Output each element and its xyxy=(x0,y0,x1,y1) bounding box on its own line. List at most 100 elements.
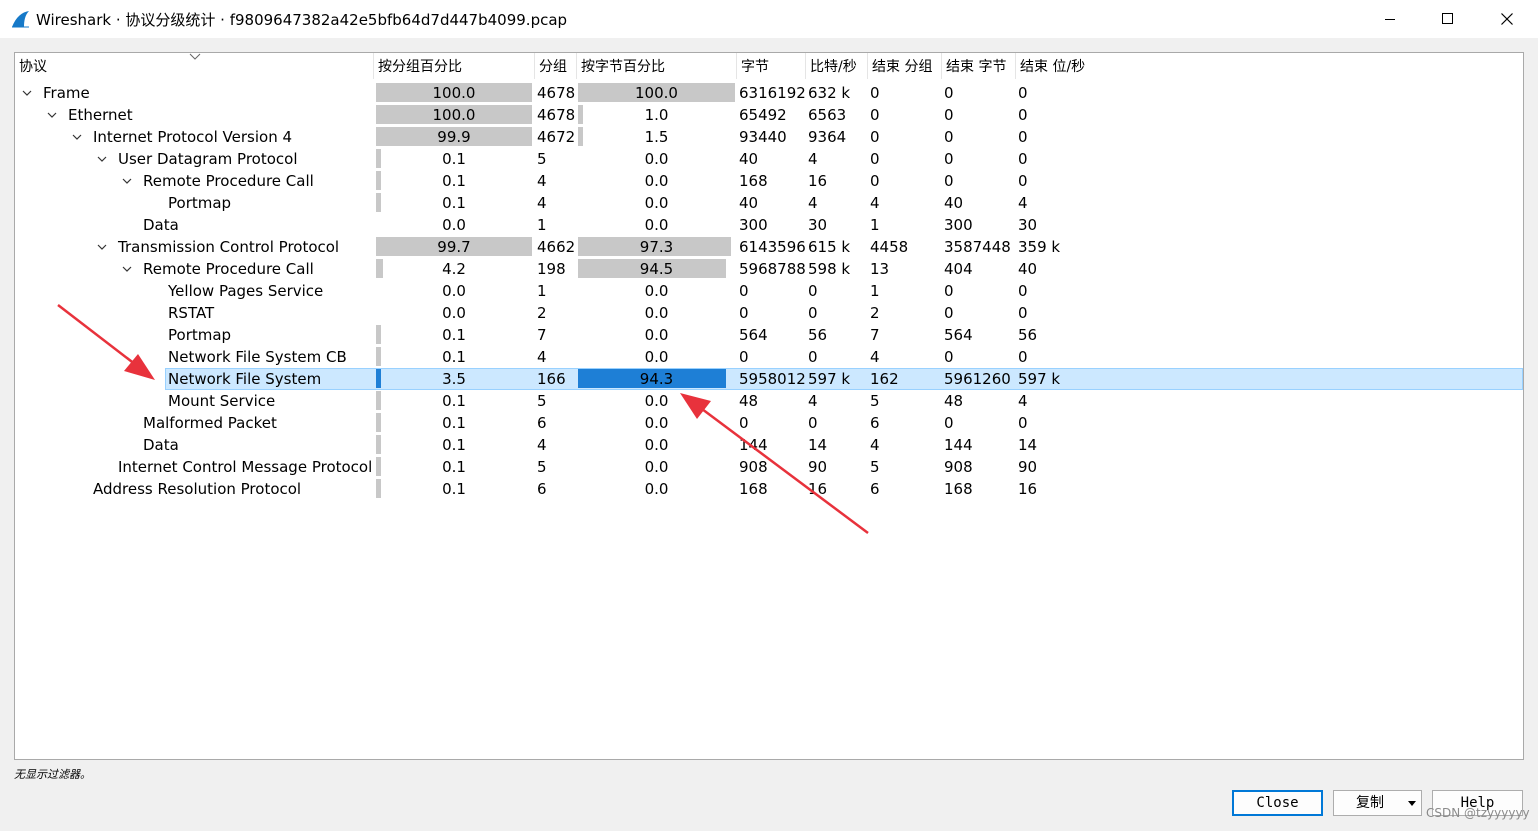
table-row[interactable]: Network File System CB 0.1 0.0 4 0 0 4 0 0 xyxy=(15,346,1523,368)
bytes-value: 564 xyxy=(739,326,768,344)
packet-percent-bar-label: 0.1 xyxy=(442,172,466,190)
bits-per-second-value: 0 xyxy=(808,304,818,322)
packet-percent-bar: 99.7 xyxy=(376,236,532,258)
column-header-end-bits-per-second[interactable]: 结束 位/秒 xyxy=(1016,53,1523,79)
end-bytes-value: 0 xyxy=(944,414,954,432)
close-window-button[interactable] xyxy=(1478,0,1536,38)
end-packets-value: 4 xyxy=(870,348,880,366)
minimize-button[interactable] xyxy=(1361,0,1419,38)
end-bits-per-second-value: 14 xyxy=(1018,436,1038,454)
byte-percent-bar-label: 0.0 xyxy=(644,458,669,476)
byte-percent-bar: 100.0 xyxy=(578,82,735,104)
table-row[interactable]: Data 0.1 0.0 4 144 14 4 144 14 xyxy=(15,434,1523,456)
chevron-down-icon[interactable] xyxy=(96,153,108,165)
table-row[interactable]: Yellow Pages Service 0.0 0.0 1 0 0 1 0 0 xyxy=(15,280,1523,302)
bits-per-second-value: 0 xyxy=(808,348,818,366)
byte-percent-bar-label: 1.5 xyxy=(644,128,669,146)
protocol-name: User Datagram Protocol xyxy=(118,150,298,168)
column-header-bytes[interactable]: 字节 xyxy=(737,53,806,79)
packet-percent-bar: 0.1 xyxy=(376,456,532,478)
end-packets-value: 6 xyxy=(870,480,880,498)
packet-percent-bar-label: 0.1 xyxy=(442,480,466,498)
column-header-end-bytes[interactable]: 结束 字节 xyxy=(942,53,1016,79)
chevron-down-icon[interactable] xyxy=(121,263,133,275)
byte-percent-bar: 0.0 xyxy=(578,280,735,302)
chevron-down-icon[interactable] xyxy=(121,175,133,187)
packet-percent-bar-label: 99.9 xyxy=(437,128,471,146)
end-packets-value: 1 xyxy=(870,216,880,234)
packet-percent-bar: 0.1 xyxy=(376,148,532,170)
packet-percent-bar-label: 0.1 xyxy=(442,348,466,366)
packets-value: 198 xyxy=(537,260,566,278)
table-row[interactable]: Data 0.0 0.0 1 300 30 1 300 30 xyxy=(15,214,1523,236)
end-bits-per-second-value: 90 xyxy=(1018,458,1038,476)
packets-value: 4 xyxy=(537,194,547,212)
table-row[interactable]: Frame 100.0 100.0 4678 6316192 632 k 0 0 0 xyxy=(15,82,1523,104)
maximize-button[interactable] xyxy=(1419,0,1477,38)
packets-value: 1 xyxy=(537,282,547,300)
column-header-end-packets[interactable]: 结束 分组 xyxy=(868,53,942,79)
title-bar[interactable]: Wireshark · 协议分级统计 · f9809647382a42e5bfb… xyxy=(0,0,1538,38)
chevron-down-icon[interactable] xyxy=(46,109,58,121)
bits-per-second-value: 4 xyxy=(808,150,818,168)
table-row[interactable]: Internet Control Message Protocol 0.1 0.0 5… xyxy=(15,456,1523,478)
byte-percent-bar-label: 0.0 xyxy=(644,172,669,190)
table-row[interactable]: Mount Service 0.1 0.0 5 48 4 5 48 4 xyxy=(15,390,1523,412)
copy-dropdown-button[interactable]: 复制 xyxy=(1333,790,1422,816)
byte-percent-bar-label: 0.0 xyxy=(644,194,669,212)
end-bytes-value: 0 xyxy=(944,282,954,300)
packets-value: 4 xyxy=(537,172,547,190)
end-bytes-value: 908 xyxy=(944,458,973,476)
table-row[interactable]: Internet Protocol Version 4 99.9 1.5 4672 93… xyxy=(15,126,1523,148)
end-bits-per-second-value: 0 xyxy=(1018,348,1028,366)
column-header-bits-per-second[interactable]: 比特/秒 xyxy=(806,53,868,79)
table-header: 协议 按分组百分比 分组 按字节百分比 字节 比特/秒 结束 分组 结束 字节 … xyxy=(15,53,1523,79)
end-bits-per-second-value: 597 k xyxy=(1018,370,1061,388)
packet-percent-bar: 0.0 xyxy=(376,214,532,236)
protocol-name: Address Resolution Protocol xyxy=(93,480,302,498)
column-header-packets[interactable]: 分组 xyxy=(535,53,577,79)
packet-percent-bar: 0.1 xyxy=(376,192,532,214)
table-row[interactable]: Network File System 3.5 94.3 166 5958012 597 … xyxy=(15,368,1523,390)
packet-percent-bar-label: 4.2 xyxy=(442,260,466,278)
column-header-byte-percent[interactable]: 按字节百分比 xyxy=(577,53,737,79)
chevron-down-icon[interactable] xyxy=(71,131,83,143)
chevron-down-icon[interactable] xyxy=(96,241,108,253)
end-bits-per-second-value: 0 xyxy=(1018,304,1028,322)
byte-percent-bar: 0.0 xyxy=(578,346,735,368)
end-packets-value: 7 xyxy=(870,326,880,344)
byte-percent-bar-label: 0.0 xyxy=(644,392,669,410)
protocol-tree-table[interactable]: 协议 按分组百分比 分组 按字节百分比 字节 比特/秒 结束 分组 结束 字节 … xyxy=(14,52,1524,760)
byte-percent-bar: 0.0 xyxy=(578,192,735,214)
table-row[interactable]: Portmap 0.1 0.0 7 564 56 7 564 56 xyxy=(15,324,1523,346)
close-button[interactable]: Close xyxy=(1232,790,1323,816)
table-row[interactable]: Remote Procedure Call 0.1 0.0 4 168 16 0 0 0 xyxy=(15,170,1523,192)
bits-per-second-value: 56 xyxy=(808,326,828,344)
protocol-name: Portmap xyxy=(168,194,232,212)
byte-percent-bar-label: 94.5 xyxy=(639,260,674,278)
bits-per-second-value: 90 xyxy=(808,458,828,476)
table-row[interactable]: Malformed Packet 0.1 0.0 6 0 0 6 0 0 xyxy=(15,412,1523,434)
packets-value: 6 xyxy=(537,480,547,498)
end-packets-value: 13 xyxy=(870,260,890,278)
bits-per-second-value: 0 xyxy=(808,282,818,300)
byte-percent-bar: 0.0 xyxy=(578,434,735,456)
bytes-value: 0 xyxy=(739,282,749,300)
end-bytes-value: 0 xyxy=(944,150,954,168)
byte-percent-bar: 0.0 xyxy=(578,324,735,346)
protocol-name: Malformed Packet xyxy=(143,414,277,432)
bits-per-second-value: 4 xyxy=(808,392,818,410)
chevron-down-icon[interactable] xyxy=(21,87,33,99)
table-row[interactable]: Remote Procedure Call 4.2 94.5 198 5968788 59… xyxy=(15,258,1523,280)
table-row[interactable]: Transmission Control Protocol 99.7 97.3 466… xyxy=(15,236,1523,258)
table-row[interactable]: Address Resolution Protocol 0.1 0.0 6 168 16 6… xyxy=(15,478,1523,500)
table-row[interactable]: Ethernet 100.0 1.0 4678 65492 6563 0 0 0 xyxy=(15,104,1523,126)
protocol-name: Yellow Pages Service xyxy=(168,282,324,300)
column-header-packet-percent[interactable]: 按分组百分比 xyxy=(374,53,535,79)
table-row[interactable]: Portmap 0.1 0.0 4 40 4 4 40 4 xyxy=(15,192,1523,214)
end-packets-value: 0 xyxy=(870,150,880,168)
table-row[interactable]: RSTAT 0.0 0.0 2 0 0 2 0 0 xyxy=(15,302,1523,324)
table-row[interactable]: User Datagram Protocol 0.1 0.0 5 40 4 0 0 0 xyxy=(15,148,1523,170)
byte-percent-bar: 0.0 xyxy=(578,170,735,192)
end-packets-value: 0 xyxy=(870,84,880,102)
